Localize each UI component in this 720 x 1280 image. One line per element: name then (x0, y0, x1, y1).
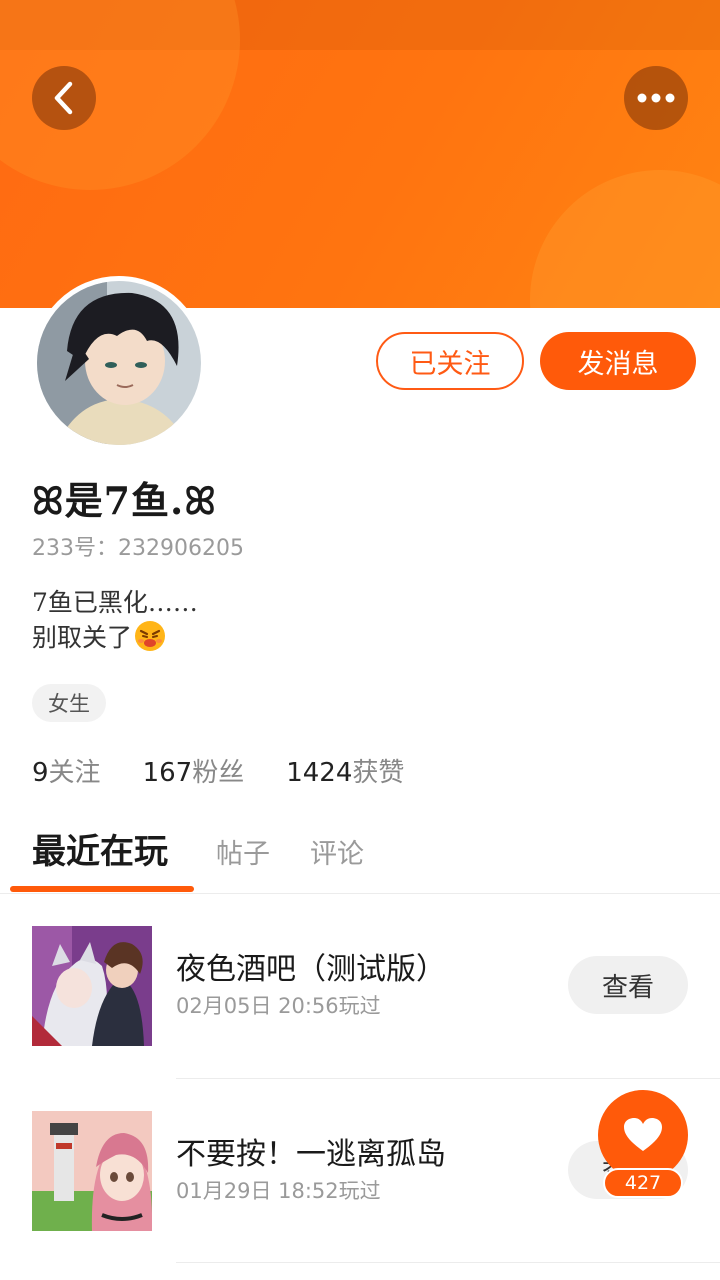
game-title: 不要按！一逃离孤岛 (176, 1137, 446, 1172)
chevron-left-icon (54, 81, 73, 115)
bio-line: 别取关了 (32, 620, 198, 655)
more-button[interactable] (624, 66, 688, 130)
followed-button[interactable]: 已关注 (376, 332, 524, 390)
like-button[interactable] (598, 1090, 688, 1180)
send-message-button[interactable]: 发消息 (540, 332, 696, 390)
avatar[interactable] (32, 276, 206, 450)
game-thumbnail (32, 926, 152, 1046)
profile-stats: 9关注 167粉丝 1424获赞 (32, 752, 404, 789)
banner-decoration (530, 170, 720, 308)
divider (176, 1078, 720, 1079)
stat-following[interactable]: 9关注 (32, 752, 101, 789)
bio-line: 7鱼已黑化…… (32, 588, 198, 617)
avatar-image (37, 281, 201, 445)
game-title: 夜色酒吧（测试版） (176, 952, 446, 987)
active-tab-indicator (10, 886, 194, 892)
tab-comments[interactable]: 评论 (310, 832, 364, 871)
divider (176, 1262, 720, 1263)
back-button[interactable] (32, 66, 96, 130)
bio: 7鱼已黑化…… 别取关了 (32, 586, 198, 655)
username: ꕤ是7鱼.ꕤ (32, 478, 217, 523)
last-played-time: 01月29日 18:52玩过 (176, 1179, 381, 1203)
stat-likes: 1424获赞 (286, 758, 405, 788)
tab-recently-played[interactable]: 最近在玩 (32, 824, 168, 873)
profile-banner (0, 0, 720, 308)
last-played-time: 02月05日 20:56玩过 (176, 994, 381, 1018)
list-item[interactable]: 夜色酒吧（测试版） 02月05日 20:56玩过 查看 (0, 926, 720, 1110)
profile-tabs: 最近在玩 帖子 评论 (0, 820, 720, 894)
gender-tag: 女生 (32, 684, 106, 722)
view-button[interactable]: 查看 (568, 956, 688, 1014)
heart-icon (624, 1118, 662, 1151)
user-id: 233号：232906205 (32, 536, 244, 561)
stat-followers[interactable]: 167粉丝 (143, 752, 245, 789)
angry-face-emoji-icon (135, 621, 166, 651)
game-thumbnail (32, 1111, 152, 1231)
like-count-badge: 427 (603, 1168, 683, 1198)
tab-posts[interactable]: 帖子 (216, 832, 270, 871)
more-dots-icon (637, 93, 675, 103)
